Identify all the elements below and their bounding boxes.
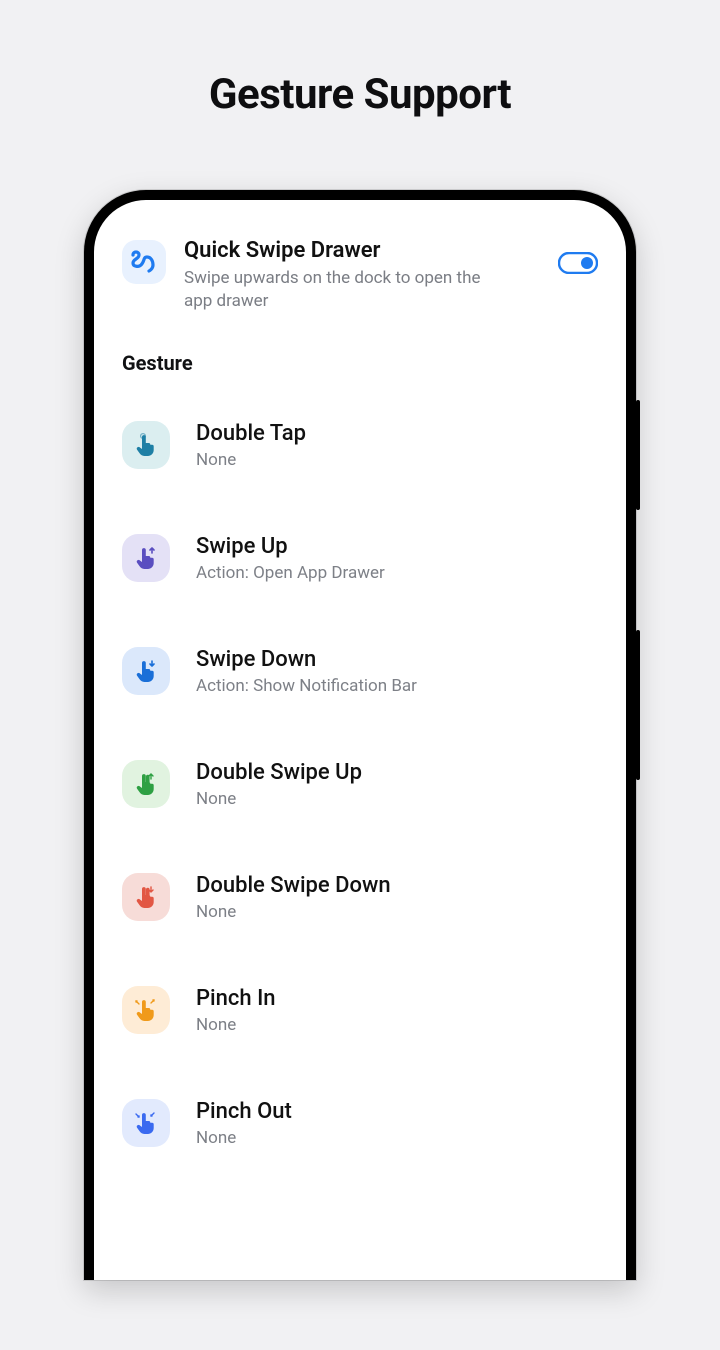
gesture-subtitle: None (196, 1128, 598, 1148)
gesture-title: Pinch Out (196, 1099, 598, 1124)
phone-mock: Quick Swipe Drawer Swipe upwards on the … (84, 190, 636, 1280)
gesture-row-tap[interactable]: Double Tap None (122, 401, 598, 492)
phone-frame: Quick Swipe Drawer Swipe upwards on the … (84, 190, 636, 1280)
gesture-title: Double Swipe Up (196, 760, 598, 785)
gesture-row-two-down[interactable]: Double Swipe Down None (122, 853, 598, 944)
gesture-title: Double Swipe Down (196, 873, 598, 898)
feature-subtitle: Swipe upwards on the dock to open the ap… (184, 267, 484, 313)
phone-side-button (636, 400, 640, 510)
squiggle-icon (122, 240, 166, 284)
gesture-row-swipe-up[interactable]: Swipe Up Action: Open App Drawer (122, 514, 598, 605)
quick-swipe-drawer-row[interactable]: Quick Swipe Drawer Swipe upwards on the … (122, 238, 598, 313)
gesture-subtitle: None (196, 789, 598, 809)
gesture-row-two-up[interactable]: Double Swipe Up None (122, 740, 598, 831)
gesture-title: Pinch In (196, 986, 598, 1011)
gesture-list: Double Tap None Swipe Up Action: Open Ap… (122, 401, 598, 1170)
gesture-subtitle: Action: Open App Drawer (196, 563, 598, 583)
quick-swipe-toggle[interactable] (558, 252, 598, 274)
two-down-icon (122, 873, 170, 921)
gesture-subtitle: Action: Show Notification Bar (196, 676, 598, 696)
pinch-out-icon (122, 1099, 170, 1147)
swipe-down-icon (122, 647, 170, 695)
tap-icon (122, 421, 170, 469)
gesture-title: Swipe Up (196, 534, 598, 559)
gesture-row-pinch-in[interactable]: Pinch In None (122, 966, 598, 1057)
phone-side-button (636, 630, 640, 780)
gesture-title: Double Tap (196, 421, 598, 446)
gesture-subtitle: None (196, 450, 598, 470)
gesture-title: Swipe Down (196, 647, 598, 672)
feature-title: Quick Swipe Drawer (184, 238, 540, 263)
pinch-in-icon (122, 986, 170, 1034)
gesture-row-pinch-out[interactable]: Pinch Out None (122, 1079, 598, 1170)
page-title: Gesture Support (0, 70, 720, 119)
section-label-gesture: Gesture (122, 351, 598, 375)
gesture-row-swipe-down[interactable]: Swipe Down Action: Show Notification Bar (122, 627, 598, 718)
gesture-subtitle: None (196, 902, 598, 922)
phone-screen: Quick Swipe Drawer Swipe upwards on the … (94, 200, 626, 1280)
swipe-up-icon (122, 534, 170, 582)
gesture-subtitle: None (196, 1015, 598, 1035)
two-up-icon (122, 760, 170, 808)
